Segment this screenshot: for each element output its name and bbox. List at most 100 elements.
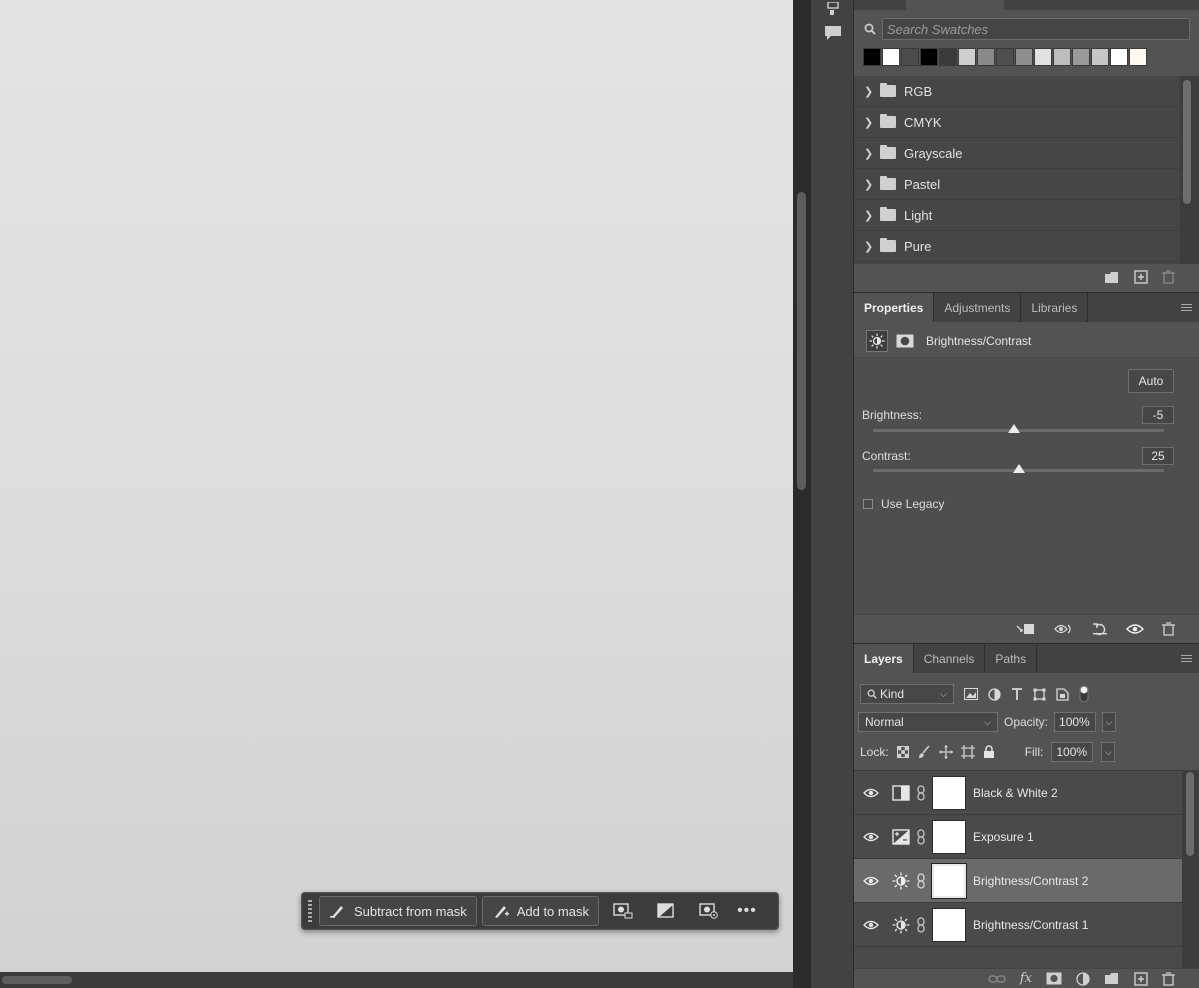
- color-swatch[interactable]: [939, 48, 957, 66]
- layer-name[interactable]: Exposure 1: [973, 830, 1034, 844]
- color-swatch[interactable]: [901, 48, 919, 66]
- more-options-button[interactable]: •••: [733, 896, 761, 926]
- vertical-scroll-thumb[interactable]: [797, 192, 806, 490]
- color-swatch[interactable]: [996, 48, 1014, 66]
- view-mask-button[interactable]: [690, 896, 728, 926]
- color-swatch[interactable]: [863, 48, 881, 66]
- document-canvas-area[interactable]: Subtract from mask Add to mask •••: [0, 0, 793, 988]
- swatch-group-grayscale[interactable]: ❯ Grayscale: [854, 138, 1180, 169]
- layer-mask-thumbnail[interactable]: [932, 819, 966, 854]
- visibility-eye-icon[interactable]: [854, 832, 888, 842]
- fill-dropdown-button[interactable]: ⌵: [1101, 742, 1116, 762]
- tab-layers[interactable]: Layers: [854, 644, 914, 673]
- mask-options-button[interactable]: [604, 896, 642, 926]
- chevron-right-icon[interactable]: ❯: [864, 116, 873, 129]
- layer-style-fx-icon[interactable]: fx: [1020, 971, 1032, 986]
- trash-icon[interactable]: [1162, 270, 1175, 284]
- adjustment-layer-filter-icon[interactable]: [988, 687, 1001, 701]
- blend-mode-select[interactable]: Normal ⌵: [858, 712, 998, 732]
- swatches-active-tab[interactable]: [906, 0, 1004, 10]
- swatch-group-light[interactable]: ❯ Light: [854, 200, 1180, 231]
- new-swatch-icon[interactable]: [1134, 270, 1148, 284]
- visibility-eye-icon[interactable]: [854, 920, 888, 930]
- fill-field[interactable]: 100%: [1051, 742, 1094, 762]
- trash-icon[interactable]: [1162, 971, 1175, 986]
- vertical-scrollbar[interactable]: [793, 0, 810, 988]
- trash-icon[interactable]: [1162, 621, 1175, 636]
- contrast-slider-thumb[interactable]: [1012, 464, 1025, 473]
- chevron-right-icon[interactable]: ❯: [864, 240, 873, 253]
- layer-name[interactable]: Brightness/Contrast 1: [973, 918, 1088, 932]
- swatch-group-pastel[interactable]: ❯ Pastel: [854, 169, 1180, 200]
- comments-panel-icon[interactable]: [823, 24, 843, 42]
- layer-mask-thumbnail[interactable]: [931, 862, 967, 899]
- canvas-photo-placeholder[interactable]: [0, 0, 793, 972]
- filter-kind-select[interactable]: Kind ⌵: [860, 684, 954, 704]
- swatch-list-scroll-thumb[interactable]: [1183, 80, 1191, 204]
- visibility-eye-icon[interactable]: [854, 876, 888, 886]
- color-swatch[interactable]: [1015, 48, 1033, 66]
- chevron-right-icon[interactable]: ❯: [864, 147, 873, 160]
- auto-button[interactable]: Auto: [1128, 369, 1174, 393]
- lock-all-icon[interactable]: [983, 745, 995, 759]
- mask-link-icon[interactable]: [912, 828, 930, 845]
- layer-list-scroll-thumb[interactable]: [1186, 772, 1194, 856]
- chevron-right-icon[interactable]: ❯: [864, 209, 873, 222]
- visibility-eye-icon[interactable]: [854, 788, 888, 798]
- lock-transparent-pixels-icon[interactable]: [896, 746, 909, 758]
- opacity-dropdown-button[interactable]: ⌵: [1102, 712, 1117, 732]
- mask-properties-tab[interactable]: [894, 330, 916, 352]
- color-swatch[interactable]: [1034, 48, 1052, 66]
- color-swatch[interactable]: [958, 48, 976, 66]
- add-to-mask-button[interactable]: Add to mask: [481, 896, 599, 926]
- tab-libraries[interactable]: Libraries: [1021, 293, 1089, 322]
- use-legacy-checkbox[interactable]: [863, 499, 873, 509]
- subtract-from-mask-button[interactable]: Subtract from mask: [319, 896, 477, 926]
- layer-row-brightness-contrast-1[interactable]: Brightness/Contrast 1: [854, 903, 1182, 947]
- properties-menu-button[interactable]: [1173, 293, 1199, 322]
- color-swatch[interactable]: [920, 48, 938, 66]
- tab-adjustments[interactable]: Adjustments: [934, 293, 1022, 322]
- shape-layer-filter-icon[interactable]: [1033, 688, 1046, 701]
- opacity-field[interactable]: 100%: [1054, 712, 1097, 732]
- new-group-folder-icon[interactable]: [1104, 972, 1120, 985]
- reset-icon[interactable]: [1092, 622, 1108, 636]
- layers-menu-button[interactable]: [1173, 644, 1199, 673]
- swatch-search-input[interactable]: [882, 18, 1190, 40]
- pixel-layer-filter-icon[interactable]: [964, 688, 978, 700]
- layer-mask-thumbnail[interactable]: [932, 775, 966, 810]
- mask-link-icon[interactable]: [912, 784, 930, 801]
- color-swatch[interactable]: [977, 48, 995, 66]
- new-adjustment-layer-icon[interactable]: [1076, 971, 1090, 986]
- brightness-slider-thumb[interactable]: [1007, 424, 1020, 433]
- tab-paths[interactable]: Paths: [985, 644, 1038, 673]
- color-swatch[interactable]: [1072, 48, 1090, 66]
- contrast-value-field[interactable]: 25: [1142, 447, 1174, 465]
- color-swatch[interactable]: [1110, 48, 1128, 66]
- task-bar-grip[interactable]: [308, 900, 314, 922]
- chevron-right-icon[interactable]: ❯: [864, 178, 873, 191]
- layer-name[interactable]: Black & White 2: [973, 786, 1058, 800]
- color-swatch[interactable]: [1091, 48, 1109, 66]
- link-layers-icon[interactable]: [988, 974, 1006, 984]
- history-panel-icon[interactable]: [823, 0, 843, 18]
- lock-image-pixels-icon[interactable]: [917, 745, 931, 759]
- mask-link-icon[interactable]: [912, 872, 930, 889]
- horizontal-scrollbar[interactable]: [0, 972, 793, 988]
- layer-row-brightness-contrast-2[interactable]: Brightness/Contrast 2: [854, 859, 1182, 903]
- lock-position-icon[interactable]: [938, 745, 953, 759]
- smart-object-filter-icon[interactable]: [1056, 687, 1069, 701]
- swatch-group-pure[interactable]: ❯ Pure: [854, 231, 1180, 262]
- layer-row-black-white-2[interactable]: Black & White 2: [854, 771, 1182, 815]
- color-swatch[interactable]: [1053, 48, 1071, 66]
- view-previous-state-icon[interactable]: [1054, 622, 1074, 636]
- adjustment-properties-tab[interactable]: [866, 329, 888, 352]
- horizontal-scroll-thumb[interactable]: [2, 976, 72, 984]
- tab-channels[interactable]: Channels: [914, 644, 986, 673]
- swatch-list-scrollbar[interactable]: [1180, 76, 1199, 264]
- layer-list-scrollbar[interactable]: [1182, 770, 1199, 968]
- swatch-group-rgb[interactable]: ❯ RGB: [854, 76, 1180, 107]
- color-swatch[interactable]: [882, 48, 900, 66]
- layer-mask-thumbnail[interactable]: [932, 907, 966, 942]
- filter-toggle-icon[interactable]: [1079, 685, 1089, 703]
